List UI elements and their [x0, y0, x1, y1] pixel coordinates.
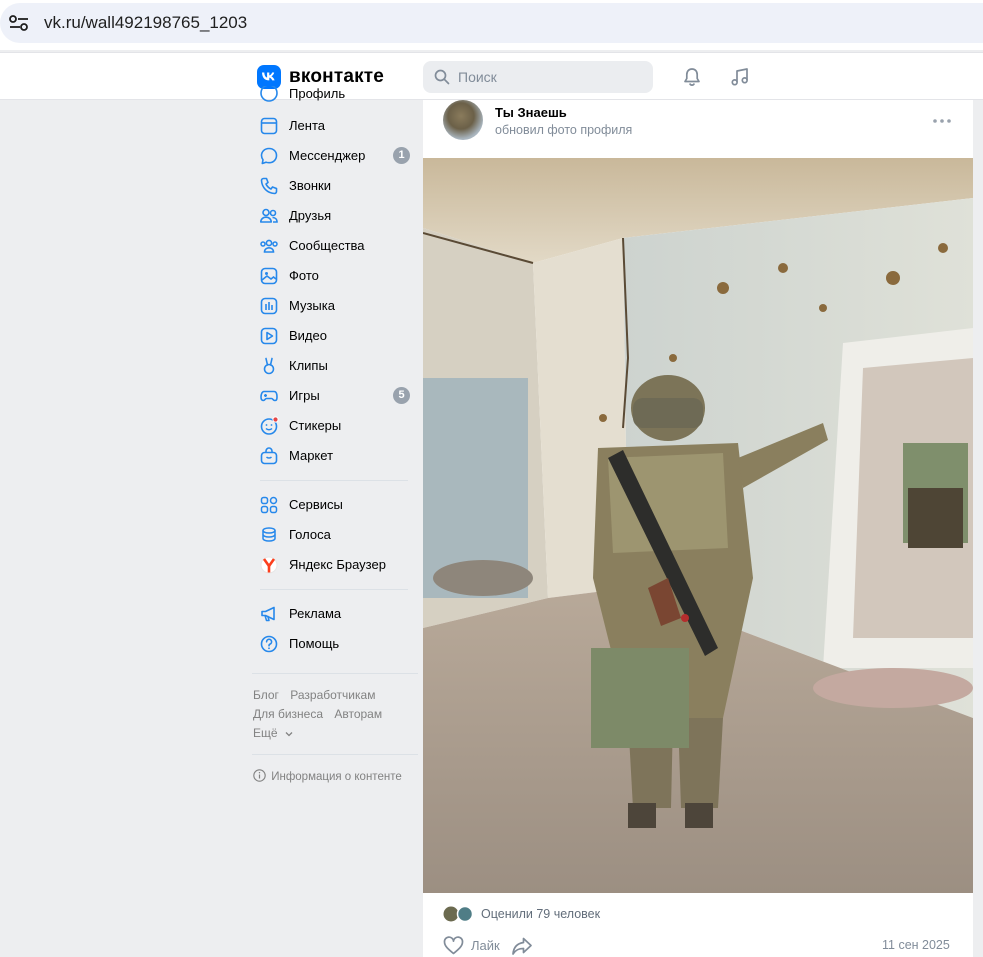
sidebar-item-calls[interactable]: Звонки — [250, 171, 420, 201]
search-input[interactable]: Поиск — [423, 61, 653, 93]
yandex-browser-icon — [260, 556, 278, 574]
phone-icon — [260, 177, 278, 195]
sidebar-item-label: Яндекс Браузер — [289, 557, 386, 572]
sidebar-item-ads[interactable]: Реклама — [250, 599, 420, 629]
wall-post: Ты Знаешь обновил фото профиля Оценили 7… — [423, 100, 973, 957]
address-bar[interactable]: vk.ru/wall492198765_1203 — [0, 3, 983, 43]
footer-links-row: Блог Разработчикам — [253, 688, 383, 702]
sidebar-item-photos[interactable]: Фото — [250, 261, 420, 291]
sidebar-item-messenger[interactable]: Мессенджер 1 — [250, 141, 420, 171]
sidebar-item-label: Фото — [289, 268, 319, 283]
post-date[interactable]: 11 сен 2025 — [882, 938, 950, 952]
sidebar-item-clips[interactable]: Клипы — [250, 351, 420, 381]
sidebar-item-feed[interactable]: Лента — [250, 111, 420, 141]
sidebar-divider — [260, 480, 408, 481]
post-author-name[interactable]: Ты Знаешь — [495, 105, 567, 120]
url-text[interactable]: vk.ru/wall492198765_1203 — [44, 13, 247, 33]
footer-link-business[interactable]: Для бизнеса — [253, 707, 323, 721]
help-icon — [260, 635, 278, 653]
footer-more-link[interactable]: Ещё — [253, 726, 293, 740]
ads-megaphone-icon — [261, 606, 275, 622]
sidebar-item-services[interactable]: Сервисы — [250, 490, 420, 520]
vk-logo-text[interactable]: вконтакте — [289, 66, 384, 88]
post-photo[interactable] — [423, 158, 973, 893]
footer-link-developers[interactable]: Разработчикам — [290, 688, 375, 702]
video-icon — [260, 327, 278, 345]
content-info-label: Информация о контенте — [271, 771, 402, 783]
post-action-text: обновил фото профиля — [495, 123, 633, 137]
search-placeholder: Поиск — [458, 69, 497, 85]
sidebar-item-label: Маркет — [289, 448, 334, 463]
communities-icon — [260, 239, 278, 253]
sidebar-item-label: Друзья — [289, 208, 332, 223]
sidebar-item-stickers[interactable]: Стикеры — [250, 411, 420, 441]
sidebar-item-label: Клипы — [289, 358, 328, 373]
sidebar-item-games[interactable]: Игры 5 — [250, 381, 420, 411]
sidebar-item-help[interactable]: Помощь — [250, 629, 420, 659]
market-icon — [260, 447, 278, 465]
sidebar-item-label: Реклама — [289, 606, 342, 621]
more-options-icon[interactable] — [932, 118, 952, 124]
unread-count-badge: 1 — [393, 147, 410, 164]
browser-toolbar: vk.ru/wall492198765_1203 — [0, 0, 983, 50]
sidebar-item-label: Профиль — [289, 86, 346, 101]
sidebar-item-yandex-browser[interactable]: Яндекс Браузер — [250, 550, 420, 580]
sidebar-item-communities[interactable]: Сообщества — [250, 231, 420, 261]
sidebar-item-video[interactable]: Видео — [250, 321, 420, 351]
share-icon[interactable] — [511, 936, 533, 956]
likers-avatars-icon[interactable] — [443, 906, 477, 922]
left-navigation: Профиль Лента Мессенджер 1 Звонки Друзья — [250, 86, 420, 957]
sidebar-item-profile[interactable]: Профиль — [250, 86, 420, 102]
footer-links-row: Для бизнеса Авторам — [253, 707, 390, 721]
avatar[interactable] — [443, 100, 483, 140]
sidebar-item-label: Музыка — [289, 298, 335, 313]
sidebar-divider — [260, 589, 408, 590]
sidebar-item-label: Звонки — [289, 178, 331, 193]
like-button[interactable]: Лайк — [443, 935, 513, 957]
votes-icon — [262, 527, 276, 542]
chevron-down-icon — [285, 731, 293, 737]
music-player-icon[interactable] — [729, 66, 751, 88]
sidebar-divider — [252, 754, 418, 755]
like-label: Лайк — [471, 938, 500, 953]
sidebar-item-label: Стикеры — [289, 418, 342, 433]
profile-icon — [260, 86, 278, 102]
vk-header: вконтакте Поиск — [0, 52, 983, 100]
games-count-badge: 5 — [393, 387, 410, 404]
photo-icon — [260, 267, 278, 285]
sidebar-item-market[interactable]: Маркет — [250, 441, 420, 471]
sidebar-item-label: Помощь — [289, 636, 340, 651]
news-feed-icon — [260, 117, 278, 135]
info-icon — [253, 769, 266, 782]
sidebar-item-label: Видео — [289, 328, 327, 343]
content-info-link[interactable]: Информация о контенте — [253, 769, 402, 783]
footer-link-authors[interactable]: Авторам — [334, 707, 382, 721]
sidebar-item-music[interactable]: Музыка — [250, 291, 420, 321]
sidebar-item-votes[interactable]: Голоса — [250, 520, 420, 550]
search-icon — [434, 69, 450, 85]
site-settings-icon[interactable] — [8, 13, 30, 33]
games-icon — [260, 390, 278, 402]
friends-icon — [260, 208, 278, 223]
footer-link-blog[interactable]: Блог — [253, 688, 279, 702]
sidebar-item-friends[interactable]: Друзья — [250, 201, 420, 231]
stickers-icon — [260, 416, 279, 435]
sidebar-item-label: Голоса — [289, 527, 331, 542]
footer-more-label: Ещё — [253, 726, 278, 740]
sidebar-item-label: Игры — [289, 388, 320, 403]
sidebar-item-label: Мессенджер — [289, 148, 366, 163]
sidebar-item-label: Сообщества — [289, 238, 365, 253]
clips-icon — [263, 357, 275, 375]
sidebar-item-label: Сервисы — [289, 497, 343, 512]
services-icon — [260, 496, 278, 514]
music-icon — [260, 297, 278, 315]
sidebar-item-label: Лента — [289, 118, 325, 133]
heart-icon — [443, 936, 464, 955]
messenger-icon — [260, 147, 278, 165]
sidebar-divider — [252, 673, 418, 674]
likes-summary[interactable]: Оценили 79 человек — [481, 907, 600, 921]
notifications-bell-icon[interactable] — [681, 66, 703, 88]
